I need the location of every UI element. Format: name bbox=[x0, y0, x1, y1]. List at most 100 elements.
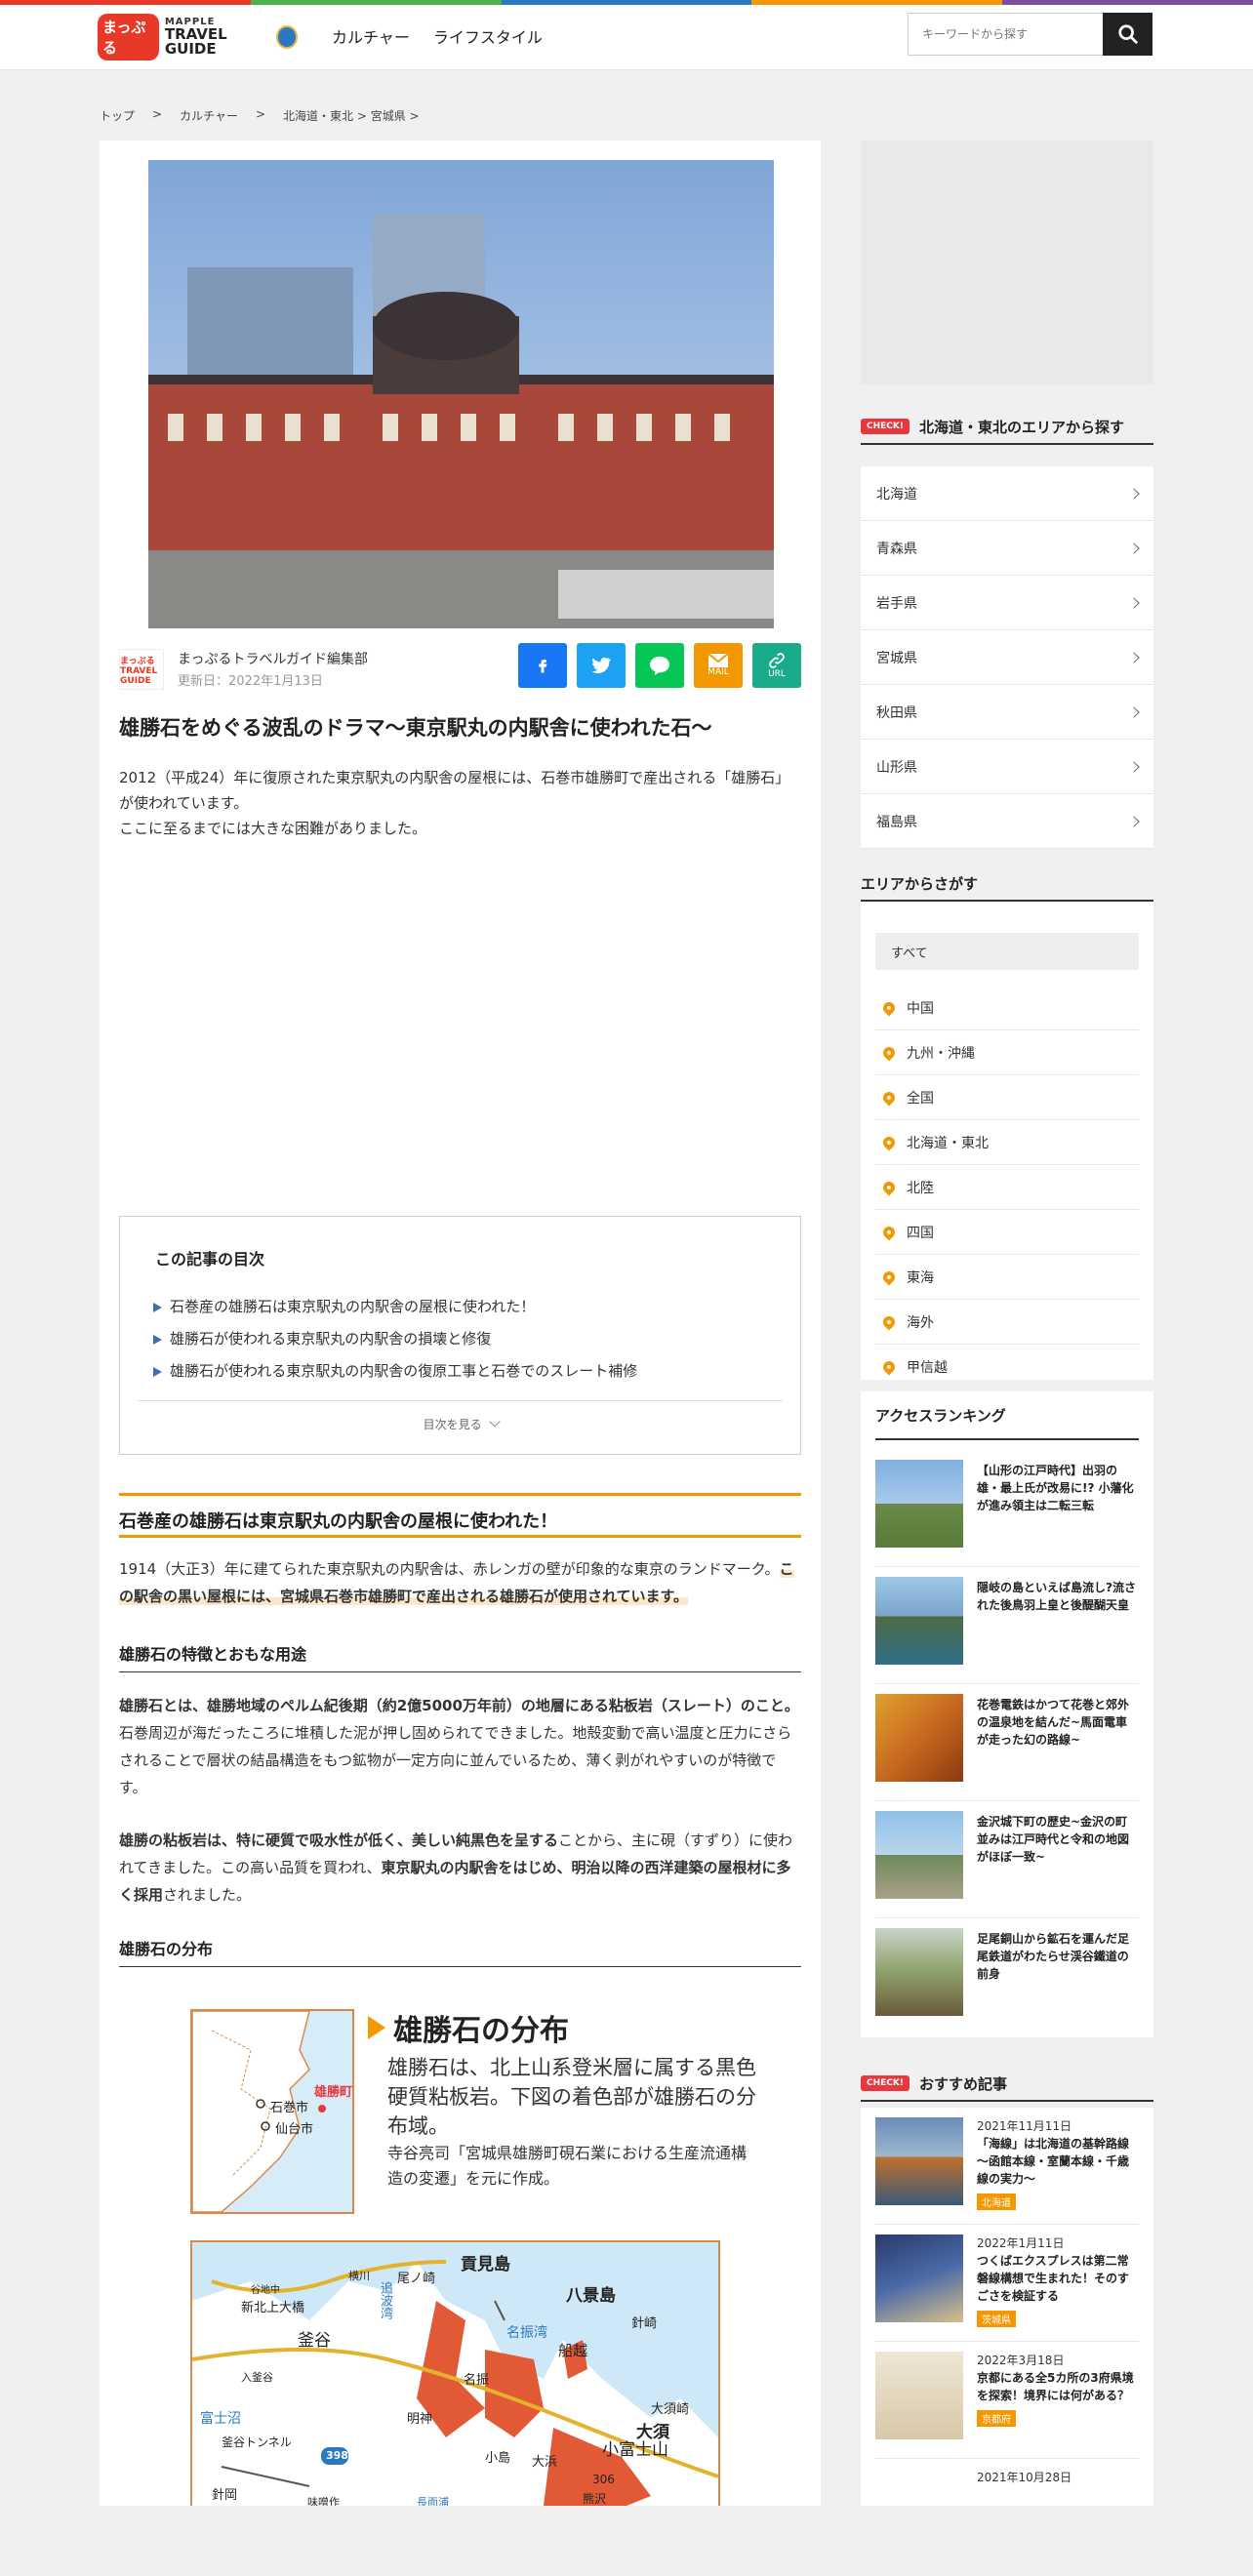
site-logo[interactable]: まっぷる MAPPLE TRAVEL GUIDE bbox=[98, 14, 298, 60]
rec-item[interactable]: 2021年10月28日 bbox=[875, 2459, 1139, 2576]
map-label: 追波湾 bbox=[378, 2281, 392, 2319]
area-list: すべて 中国 九州・沖縄 全国 北海道・東北 北陸 四国 東海 海外 甲信越 bbox=[861, 902, 1153, 1380]
map-pin-icon bbox=[880, 1313, 898, 1330]
rec-tag[interactable]: 茨城県 bbox=[977, 2311, 1016, 2327]
breadcrumb-top[interactable]: トップ bbox=[100, 107, 135, 124]
pref-item[interactable]: 福島県 bbox=[861, 794, 1153, 849]
share-mail-button[interactable]: MAIL bbox=[694, 643, 743, 688]
pref-item[interactable]: 岩手県 bbox=[861, 576, 1153, 630]
area-item[interactable]: 全国 bbox=[875, 1075, 1139, 1120]
pref-item[interactable]: 北海道 bbox=[861, 466, 1153, 521]
rec-item[interactable]: 2022年1月11日 つくばエクスプレスは第二常磐線構想で生まれた！そのすごさを… bbox=[875, 2225, 1139, 2342]
rec-tag[interactable]: 京都府 bbox=[977, 2410, 1016, 2427]
area-item[interactable]: 甲信越 bbox=[875, 1345, 1139, 1380]
paragraph-2-bold: 雄勝石とは、雄勝地域のペルム紀後期（約2億5000万年前）の地層にある粘板岩（ス… bbox=[119, 1697, 799, 1714]
toc-more-button[interactable]: 目次を見る bbox=[120, 1416, 802, 1432]
rec-item[interactable]: 2021年11月11日 「海線」は北海道の基幹路線～函館本線・室蘭本線・千歳線の… bbox=[875, 2108, 1139, 2225]
search-input[interactable] bbox=[908, 13, 1103, 56]
chevron-right-icon bbox=[1128, 596, 1140, 609]
paragraph-3-bold-1: 雄勝の粘板岩は、特に硬質で吸水性が低く、美しい純黒色を呈する bbox=[119, 1831, 559, 1849]
pref-label: 北海道 bbox=[876, 486, 917, 503]
hero-image-tokyo-station bbox=[148, 160, 774, 628]
url-label: URL bbox=[768, 669, 786, 679]
pref-label: 秋田県 bbox=[876, 704, 917, 721]
toc-item-label: 雄勝石が使われる東京駅丸の内駅舎の損壊と修復 bbox=[170, 1330, 492, 1348]
area-item[interactable]: 中国 bbox=[875, 986, 1139, 1030]
share-facebook-button[interactable] bbox=[518, 643, 567, 688]
area-item[interactable]: 四国 bbox=[875, 1210, 1139, 1255]
map-label: 味噌作 bbox=[307, 2496, 340, 2506]
rec-title: つくばエクスプレスは第二常磐線構想で生まれた！そのすごさを検証する bbox=[977, 2254, 1130, 2303]
area-label: 九州・沖縄 bbox=[907, 1045, 975, 1062]
ranking-item[interactable]: 花巻電鉄はかつて花巻と郊外の温泉地を結んだ~馬面電車が走った幻の路線~ bbox=[875, 1684, 1139, 1801]
map-label: 小富士山 bbox=[602, 2440, 668, 2460]
figure-title: 雄勝石の分布 bbox=[368, 2006, 569, 2049]
toc-item[interactable]: 雄勝石が使われる東京駅丸の内駅舎の復原工事と石巻でのスレート補修 bbox=[153, 1355, 637, 1388]
figure-description: 雄勝石は、北上山系登米層に属する黒色硬質粘板岩。下図の着色部が雄勝石の分布域。 bbox=[387, 2056, 756, 2138]
nav-lifestyle[interactable]: ライフスタイル bbox=[433, 24, 543, 48]
inset-label-sendai: 仙台市 bbox=[275, 2122, 314, 2137]
triangle-icon bbox=[153, 1334, 162, 1345]
ranking-item[interactable]: 足尾銅山から鉱石を運んだ足尾鉄道がわたらせ渓谷鐵道の前身 bbox=[875, 1918, 1139, 2035]
area-item[interactable]: 九州・沖縄 bbox=[875, 1030, 1139, 1075]
share-url-button[interactable]: URL bbox=[752, 643, 801, 688]
author-name[interactable]: まっぷるトラベルガイド編集部 bbox=[178, 649, 368, 668]
pref-item[interactable]: 青森県 bbox=[861, 521, 1153, 576]
map-label: 398 bbox=[326, 2449, 348, 2462]
chevron-right-icon bbox=[1128, 487, 1140, 500]
ranking-item[interactable]: 隠岐の島といえば島流し?流された後鳥羽上皇と後醍醐天皇 bbox=[875, 1567, 1139, 1684]
share-buttons: MAIL URL bbox=[518, 643, 801, 688]
map-label: 釜谷 bbox=[298, 2331, 331, 2351]
toc-item-label: 雄勝石が使われる東京駅丸の内駅舎の復原工事と石巻でのスレート補修 bbox=[170, 1362, 638, 1380]
ranking-item[interactable]: 金沢城下町の歴史~金沢の町並みは江戸時代と令和の地図がほぼ一致~ bbox=[875, 1801, 1139, 1918]
search-button[interactable] bbox=[1103, 13, 1152, 56]
share-twitter-button[interactable] bbox=[577, 643, 626, 688]
access-ranking: アクセスランキング 【山形の江戸時代】出羽の雄・最上氏が改易に!? 小藩化が進み… bbox=[861, 1391, 1153, 2037]
pref-label: 岩手県 bbox=[876, 595, 917, 612]
lead-line-2: ここに至るまでには大きな困難がありました。 bbox=[119, 820, 427, 837]
check-badge: CHECK! bbox=[861, 419, 909, 434]
breadcrumb-area[interactable]: 北海道・東北 > 宮城県 > bbox=[283, 107, 420, 124]
nav-culture[interactable]: カルチャー bbox=[332, 24, 410, 48]
ranking-title: 足尾銅山から鉱石を運んだ足尾鉄道がわたらせ渓谷鐵道の前身 bbox=[977, 1932, 1130, 1981]
map-label: 針岡 bbox=[212, 2488, 238, 2503]
share-line-button[interactable] bbox=[635, 643, 684, 688]
map-label: 306 bbox=[592, 2473, 615, 2486]
ranking-item[interactable]: 【山形の江戸時代】出羽の雄・最上氏が改易に!? 小藩化が進み領主は二転三転 bbox=[875, 1450, 1139, 1567]
area-item[interactable]: 東海 bbox=[875, 1255, 1139, 1300]
area-all-button[interactable]: すべて bbox=[875, 933, 1139, 970]
paragraph-1-text: 1914（大正3）年に建てられた東京駅丸の内駅舎は、赤レンガの壁が印象的な東京の… bbox=[119, 1560, 780, 1578]
area-item[interactable]: 北海道・東北 bbox=[875, 1120, 1139, 1165]
section-heading: 石巻産の雄勝石は東京駅丸の内駅舎の屋根に使われた！ bbox=[119, 1493, 801, 1538]
breadcrumb-culture[interactable]: カルチャー bbox=[180, 107, 238, 124]
site-header: まっぷる MAPPLE TRAVEL GUIDE カルチャー ライフスタイル bbox=[0, 5, 1253, 70]
area-label: 北海道・東北 bbox=[907, 1135, 989, 1151]
sidebar-area-heading: エリアからさがす bbox=[861, 866, 1153, 902]
pref-item[interactable]: 秋田県 bbox=[861, 685, 1153, 740]
map-label: 大浜 bbox=[532, 2455, 558, 2470]
breadcrumb-separator: > bbox=[152, 107, 163, 121]
rec-item[interactable]: 2022年3月18日 京都にある全5カ所の3府県境を探索！境界には何がある？ 京… bbox=[875, 2342, 1139, 2459]
map-label: 新北上大橋 bbox=[241, 2301, 305, 2315]
toc-item[interactable]: 石巻産の雄勝石は東京駅丸の内駅舎の屋根に使われた！ bbox=[153, 1291, 637, 1323]
sidebar-pref-heading: CHECK! 北海道・東北のエリアから探す bbox=[861, 410, 1153, 445]
pref-label: 山形県 bbox=[876, 759, 917, 776]
subheading-distribution: 雄勝石の分布 bbox=[119, 1936, 801, 1967]
map-pin-icon bbox=[880, 1179, 898, 1195]
article-title: 雄勝石をめぐる波乱のドラマ～東京駅丸の内駅舎に使われた石～ bbox=[119, 716, 712, 740]
pref-item[interactable]: 山形県 bbox=[861, 740, 1153, 794]
toc-item[interactable]: 雄勝石が使われる東京駅丸の内駅舎の損壊と修復 bbox=[153, 1323, 637, 1355]
pref-item[interactable]: 宮城県 bbox=[861, 630, 1153, 685]
line-icon bbox=[650, 656, 669, 675]
area-item[interactable]: 海外 bbox=[875, 1300, 1139, 1345]
logo-badge: まっぷる bbox=[98, 14, 159, 60]
area-item[interactable]: 北陸 bbox=[875, 1165, 1139, 1210]
updated-date: 更新日：2022年1月13日 bbox=[178, 674, 323, 689]
rec-tag[interactable]: 北海道 bbox=[977, 2194, 1016, 2210]
twitter-icon bbox=[591, 657, 611, 673]
map-label: 大須崎 bbox=[651, 2402, 690, 2417]
map-label: 名振湾 bbox=[506, 2325, 547, 2341]
ranking-thumbnail bbox=[875, 1928, 963, 2016]
map-label: 長面浦 bbox=[417, 2496, 449, 2506]
global-nav: カルチャー ライフスタイル bbox=[332, 24, 543, 48]
